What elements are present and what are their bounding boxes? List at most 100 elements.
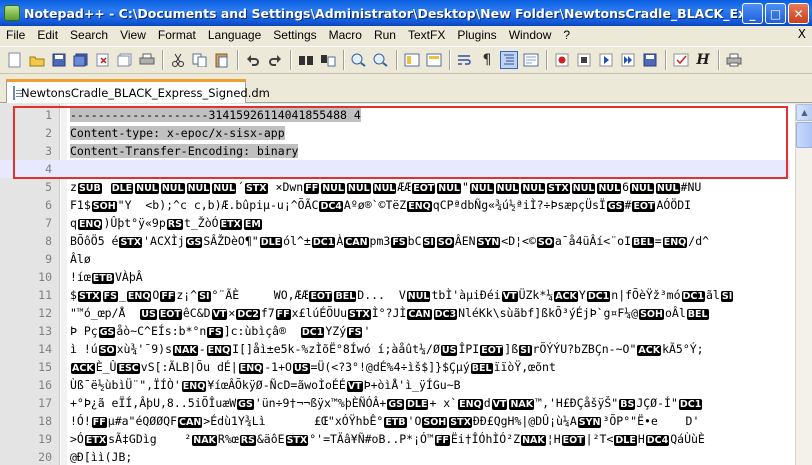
editor-line[interactable]: 15 ACK È_Û ESC vS[:ÃLB|Õu dÉ| ENQ -1+O US =Ü(<?3… <box>0 358 790 376</box>
sync-h-icon[interactable] <box>425 51 443 69</box>
control-char-token: FF <box>304 183 320 194</box>
menu-macro[interactable]: Macro <box>323 28 368 42</box>
zoom-out-icon[interactable] <box>372 51 390 69</box>
print-icon[interactable] <box>138 51 156 69</box>
new-file-icon[interactable] <box>6 51 24 69</box>
menu-edit[interactable]: Edit <box>31 28 64 42</box>
menu-textfx[interactable]: TextFX <box>402 28 451 42</box>
find-icon[interactable] <box>297 51 315 69</box>
print-now-icon[interactable] <box>725 51 743 69</box>
stop-icon[interactable] <box>575 51 593 69</box>
menu-run[interactable]: Run <box>368 28 402 42</box>
control-char-token: SO <box>98 345 116 356</box>
redo-icon[interactable] <box>266 51 284 69</box>
control-char-token: STX <box>547 183 570 194</box>
editor-line[interactable]: 17 +°Þ¿ã eÏÍ,ÂþU,8..5iÕÎuæW GS'ün÷9†¬¬ßÿx™… <box>0 394 790 412</box>
editor-line[interactable]: 14 ì !ú SO xù¾'¯9)s NAK - ENQ I[]åì±e5k-%zÌõË°8… <box>0 340 790 358</box>
udl-icon[interactable] <box>522 51 540 69</box>
editor-line[interactable]: 11 $ STX FS _ ENQ O FF z¡^ SI °¨ÃÈ WO,ÆÆ EOT BEL D...… <box>0 286 790 304</box>
close-icon[interactable] <box>94 51 112 69</box>
close-button[interactable]: ✕ <box>788 3 809 24</box>
control-char-token: ENQ <box>407 201 432 212</box>
all-chars-icon[interactable]: ¶ <box>478 51 496 69</box>
line-number: 9 <box>45 252 52 266</box>
wrap-icon[interactable] <box>456 51 474 69</box>
menu-window[interactable]: Window <box>503 28 558 42</box>
minimize-button[interactable]: _ <box>742 3 763 24</box>
scroll-up-button[interactable]: ▲ <box>796 104 812 121</box>
editor-line[interactable]: 9 Âlø <box>0 250 790 268</box>
maximize-button[interactable]: □ <box>765 3 786 24</box>
save-macro-icon[interactable] <box>641 51 659 69</box>
menu-language[interactable]: Language <box>202 28 267 42</box>
paste-icon[interactable] <box>213 51 231 69</box>
play-icon[interactable] <box>597 51 615 69</box>
line-text: ACK È_Û ESC vS[:ÃLB|Õu dÉ| ENQ -1+O US =Ü(<?3°!… <box>71 360 556 374</box>
menu-help[interactable]: ? <box>557 28 576 42</box>
close-document-button[interactable]: X <box>798 27 806 41</box>
control-char-token: NUL <box>655 183 680 194</box>
control-char-token: SO <box>436 237 454 248</box>
close-all-icon[interactable] <box>116 51 134 69</box>
editor-line[interactable]: 10 !íœ ETB VÀþÂ <box>0 268 790 286</box>
copy-icon[interactable] <box>191 51 209 69</box>
undo-icon[interactable] <box>244 51 262 69</box>
scroll-thumb[interactable] <box>796 122 812 148</box>
toolbar-separator <box>718 50 719 70</box>
line-number: 8 <box>45 234 52 248</box>
control-char-token: ETB <box>91 273 114 284</box>
replace-icon[interactable] <box>319 51 337 69</box>
control-char-token: NAK <box>192 435 217 446</box>
menu-format[interactable]: Format <box>152 28 202 42</box>
control-char-token: DLE <box>110 183 134 194</box>
play-multi-icon[interactable] <box>619 51 637 69</box>
line-number: 13 <box>38 324 52 338</box>
indent-guide-icon[interactable] <box>500 51 518 69</box>
menu-file[interactable]: File <box>0 28 31 42</box>
control-char-token: VT <box>491 399 508 410</box>
editor-line[interactable]: 20 @Ð[ìì(JB; <box>0 448 790 465</box>
control-char-token: DC2 <box>236 309 260 320</box>
toolbar-separator <box>665 50 666 70</box>
menu-search[interactable]: Search <box>64 28 114 42</box>
spell-icon[interactable] <box>672 51 690 69</box>
control-char-token: GS <box>98 327 116 338</box>
control-char-token: BEL <box>632 237 654 248</box>
editor-pane[interactable]: 1 --------------------3141592611404185548… <box>0 104 812 465</box>
editor-line[interactable]: 12 "™ó_œp/Å US EOT êC&D VT × DC2 f7 FF x£lúÉÕUu ST… <box>0 304 790 322</box>
editor-line[interactable]: 6 F1$ SOH "Y <b);^c c,b)Æ.bûpiµ-u¡^ÕÃC DC4 Aº… <box>0 196 790 214</box>
control-char-token: BS <box>619 399 636 410</box>
control-char-token: DLE <box>259 237 283 248</box>
control-char-token: GS <box>237 399 254 410</box>
save-icon[interactable] <box>50 51 68 69</box>
control-char-token: NUL <box>521 183 546 194</box>
toolbar-separator <box>290 50 291 70</box>
editor-line[interactable]: 7 q ENQ)Ûþt°ÿ«9p RS t_ŽòÓ ETX EM <box>0 214 790 232</box>
vertical-scrollbar[interactable]: ▲ <box>795 104 812 465</box>
editor-line[interactable]: 18 !Ó! FF µ#a"éQØØQF CAN >Édù1Y¾Lì £Œ"xÓŸhbÊ°… <box>0 412 790 430</box>
zoom-in-icon[interactable] <box>350 51 368 69</box>
heading-icon[interactable]: H <box>694 51 712 69</box>
menu-view[interactable]: View <box>114 28 152 42</box>
control-char-token: SOH <box>639 309 664 320</box>
editor-line[interactable]: 5 z SUB DLE NUL NUL NUL NUL ´ STX ×Dwn FF NUL NUL NU… <box>0 178 790 196</box>
control-char-token: FS <box>347 327 363 338</box>
record-icon[interactable] <box>553 51 571 69</box>
line-number: 17 <box>38 396 52 410</box>
menu-plugins[interactable]: Plugins <box>451 28 502 42</box>
editor-line[interactable]: 13 Þ Pç GS åò~C^EÍs:b*°n FS]c:ùbìçâ® DC1 YZý F… <box>0 322 790 340</box>
cut-icon[interactable] <box>169 51 187 69</box>
editor-line[interactable]: 16 Ùß¯ë½ùbìÜ¨",ÏÍÒ' ENQ ¥íœÂÕkÿØ-ÑcD=ãwoÌoÉ… <box>0 376 790 394</box>
open-icon[interactable] <box>28 51 46 69</box>
sync-v-icon[interactable] <box>403 51 421 69</box>
menu-settings[interactable]: Settings <box>267 28 322 42</box>
control-char-token: ENQ <box>206 345 232 356</box>
save-all-icon[interactable] <box>72 51 90 69</box>
control-char-token: EM <box>243 219 262 230</box>
control-char-token: BEL <box>686 309 709 320</box>
tab-newtonscradle[interactable]: NewtonsCradle_BLACK_Express_Signed.dm <box>6 79 270 103</box>
editor-line[interactable]: 8 BÕôÖ5 é STX 'ACXÌj GS SÂŽDèO¶" DLE ól^± DC1 À CA… <box>0 232 790 250</box>
notepadpp-app-icon[interactable] <box>4 5 20 21</box>
control-char-token: ENQ <box>662 237 688 248</box>
editor-line[interactable]: 19 >Ó ETX sÃ‡GDìg ² NAK R%œ RS &äôE STX °'=TÄâ¥Ñ#… <box>0 430 790 448</box>
